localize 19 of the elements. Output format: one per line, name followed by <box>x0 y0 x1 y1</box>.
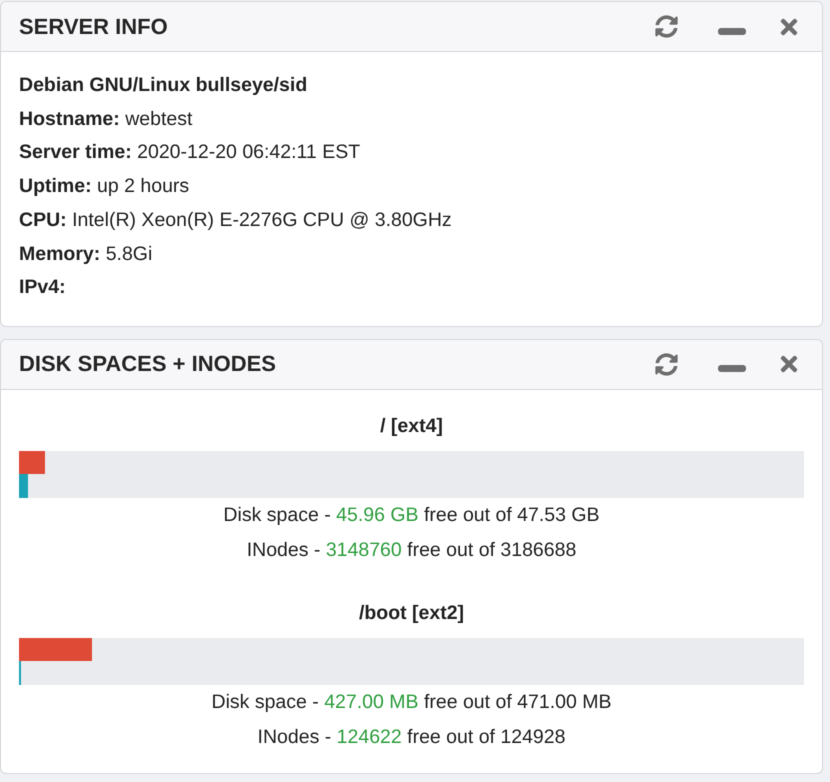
info-line: Uptime: up 2 hours <box>19 174 190 200</box>
mount-heading: / [ext4] <box>379 414 444 439</box>
usage-text: INodes - 3148760 free out of 3186688 <box>246 538 578 563</box>
info-line: Memory: 5.8Gi <box>19 242 154 267</box>
info-line: IPv4: <box>19 275 67 300</box>
refresh-icon <box>654 15 678 38</box>
mount-heading: /boot [ext2] <box>358 600 466 626</box>
panel-title: SERVER INFO <box>19 14 169 40</box>
info-line: CPU: Intel(R) Xeon(R) E-2276G CPU @ 3.80GHz <box>19 208 453 233</box>
refresh-icon <box>654 352 678 376</box>
info-line: Server time: 2020-12-20 06:42:11 EST <box>19 140 362 166</box>
info-line: Hostname: webtest <box>19 106 194 132</box>
usage-text: Disk space - 427.00 MB free out of 471.00 MB <box>210 690 612 715</box>
usage-text: INodes - 124622 free out of 124928 <box>256 724 566 750</box>
os-name: Debian GNU/Linux bullseye/sid <box>19 73 308 98</box>
panel-title: DISK SPACES + INODES <box>19 351 277 378</box>
minus-icon <box>718 28 746 34</box>
usage-text: Disk space - 45.96 GB free out of 47.53 GB <box>222 502 601 528</box>
minus-icon <box>718 365 746 372</box>
